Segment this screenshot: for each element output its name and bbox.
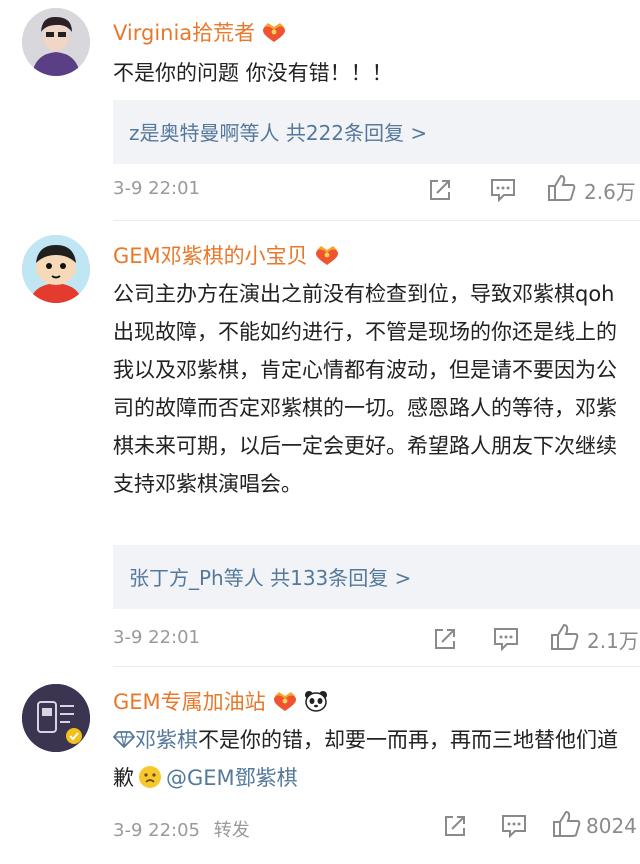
share-icon[interactable] [428, 178, 454, 206]
like-count: 2.6万 [584, 180, 636, 204]
vip-heart-crown-icon [272, 690, 298, 717]
vip-heart-crown-icon [261, 21, 287, 48]
timestamp: 3-9 22:01 [113, 178, 200, 199]
username-text[interactable]: GEM专属加油站 [113, 690, 266, 714]
username-text[interactable]: GEM邓紫棋的小宝贝 [113, 244, 308, 268]
sad-face-icon [138, 763, 162, 801]
timestamp: 3-9 22:01 [113, 627, 200, 648]
comment-text: 邓紫棋不是你的错，却要一而再，再而三地替他们道歉 @GEM鄧紫棋 [112, 721, 638, 801]
like-count: 2.1万 [587, 629, 639, 653]
comment-icon[interactable] [490, 178, 516, 206]
avatar[interactable] [22, 8, 90, 76]
avatar[interactable] [22, 684, 90, 752]
thumbs-up-icon[interactable] [552, 810, 582, 842]
divider [113, 666, 640, 667]
user-mention-link[interactable]: @GEM鄧紫棋 [166, 766, 298, 790]
like-count: 8024 [586, 814, 637, 838]
super-topic-text[interactable]: 邓紫棋 [135, 728, 198, 752]
username[interactable]: Virginia拾荒者 [113, 17, 287, 48]
avatar[interactable] [22, 235, 90, 303]
thumbs-up-icon[interactable] [547, 174, 577, 206]
super-topic-link[interactable]: 邓紫棋 [112, 728, 198, 752]
share-icon[interactable] [433, 627, 459, 655]
diamond-icon [112, 731, 136, 749]
username-text[interactable]: Virginia拾荒者 [113, 21, 255, 45]
comment-icon[interactable] [501, 814, 527, 842]
share-icon[interactable] [443, 814, 469, 842]
comment-icon[interactable] [493, 627, 519, 655]
avatar-logo-icon [22, 684, 90, 752]
timestamp-row: 3-9 22:05 转发 [113, 816, 250, 842]
panda-icon [304, 690, 328, 717]
replies-summary[interactable]: 张丁方_Ph等人 共133条回复 > [113, 545, 640, 609]
thumbs-up-icon[interactable] [550, 623, 580, 655]
vip-heart-crown-icon [314, 244, 340, 271]
avatar-person-icon [22, 8, 90, 76]
comment-feed: Virginia拾荒者 不是你的问题 你没有错！！！ z是奥特曼啊等人 共222… [0, 0, 640, 864]
username[interactable]: GEM专属加油站 [113, 686, 328, 717]
avatar-cartoon-icon [22, 235, 90, 303]
comment-item: GEM邓紫棋的小宝贝 公司主办方在演出之前没有检查到位，导致邓紫棋qoh出现故障… [0, 222, 640, 668]
comment-item: GEM专属加油站 邓紫棋不是你的错，却要一而再，再而三地替他们道歉 @GEM鄧紫棋… [0, 668, 640, 864]
replies-summary[interactable]: z是奥特曼啊等人 共222条回复 > [113, 100, 640, 164]
comment-text: 公司主办方在演出之前没有检查到位，导致邓紫棋qoh出现故障，不能如约进行，不管是… [113, 282, 617, 496]
divider [113, 220, 640, 221]
repost-label[interactable]: 转发 [214, 820, 250, 841]
username[interactable]: GEM邓紫棋的小宝贝 [113, 240, 340, 271]
comment-item: Virginia拾荒者 不是你的问题 你没有错！！！ z是奥特曼啊等人 共222… [0, 0, 640, 222]
replies-link[interactable]: z是奥特曼啊等人 共222条回复 > [129, 117, 427, 146]
timestamp: 3-9 22:05 [113, 820, 200, 841]
replies-link[interactable]: 张丁方_Ph等人 共133条回复 > [129, 562, 411, 591]
comment-text: 不是你的问题 你没有错！！！ [113, 61, 393, 85]
